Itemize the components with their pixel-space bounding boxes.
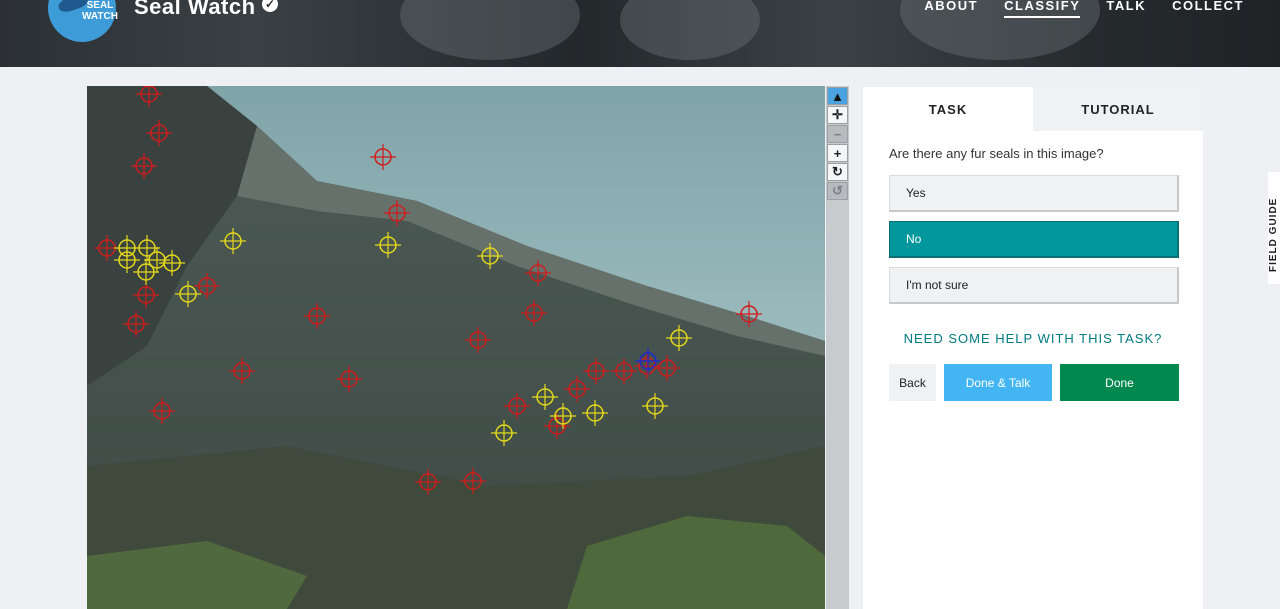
image-toolbar: ▲ ✛ − + ↻ ↺ [826,86,849,609]
answer-no[interactable]: No [889,221,1179,258]
rotate-icon[interactable]: ↻ [827,163,848,181]
done-and-talk-button[interactable]: Done & Talk [944,364,1052,401]
logo-text: SEAL WATCH [82,0,118,22]
help-link[interactable]: NEED SOME HELP WITH THIS TASK? [863,331,1203,346]
header-background-shape [620,0,760,60]
site-title[interactable]: Seal Watch [134,0,256,20]
answer-yes[interactable]: Yes [889,175,1179,212]
nav-collect[interactable]: COLLECT [1172,0,1244,18]
task-tabs: TASK TUTORIAL [863,87,1203,131]
subject-image[interactable] [87,86,825,609]
reset-icon[interactable]: ↺ [827,182,848,200]
zoom-out-icon[interactable]: − [827,125,848,143]
nav-about[interactable]: ABOUT [924,0,978,18]
seal-watch-logo[interactable]: SEAL WATCH [48,0,118,42]
zoom-in-icon[interactable]: + [827,144,848,162]
tab-tutorial[interactable]: TUTORIAL [1033,87,1203,131]
move-icon[interactable]: ✛ [827,106,848,124]
done-button[interactable]: Done [1060,364,1179,401]
main-nav: ABOUT CLASSIFY TALK COLLECT [924,0,1244,18]
answer-not-sure[interactable]: I'm not sure [889,267,1179,304]
back-button[interactable]: Back [889,364,936,401]
header-background-shape [400,0,580,60]
pointer-icon[interactable]: ▲ [827,87,848,105]
task-question: Are there any fur seals in this image? [889,146,1104,161]
tab-task[interactable]: TASK [863,87,1033,131]
nav-classify[interactable]: CLASSIFY [1004,0,1081,18]
verified-icon: ✓ [262,0,278,12]
field-guide-tab[interactable]: FIELD GUIDE [1268,172,1280,284]
task-panel: TASK TUTORIAL Are there any fur seals in… [863,87,1203,609]
subject-canvas[interactable] [87,86,825,609]
nav-talk[interactable]: TALK [1106,0,1146,18]
field-guide-label: FIELD GUIDE [1268,197,1279,272]
site-header: SEAL WATCH Seal Watch ✓ ABOUT CLASSIFY T… [0,0,1280,67]
